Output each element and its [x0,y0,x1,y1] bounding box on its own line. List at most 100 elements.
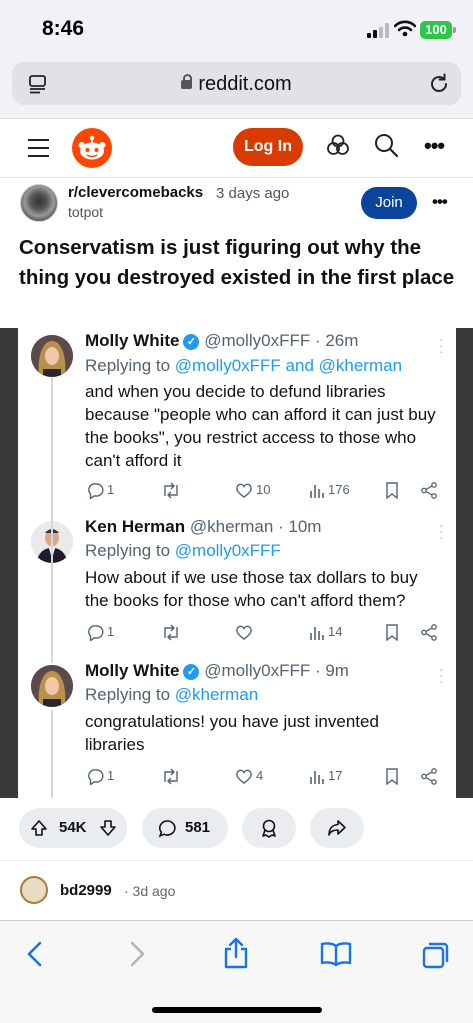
comment-count: 581 [185,819,211,836]
search-icon[interactable] [373,132,399,158]
reply-icon [88,482,105,502]
views-count: 176 [328,482,350,497]
downvote-icon[interactable] [99,819,117,837]
more-icon[interactable]: ••• [424,133,445,159]
tweet-handle: @kherman · 10m [189,517,322,536]
post-more-icon[interactable]: ••• [432,192,448,212]
post-title[interactable]: Conservatism is just figuring out why th… [19,233,459,293]
post-author[interactable]: totpot [68,204,103,220]
retweet-icon [161,482,181,502]
battery-indicator: 100 [420,21,456,39]
address-bar[interactable]: reddit.com [12,62,461,105]
tweet-more-icon: · · · [439,661,444,689]
subreddit-avatar[interactable] [20,184,58,222]
tweet-share-icon [421,624,437,644]
tweet-thread-image: Molly White ✓ @molly0xFFF · 26m · · · Reply… [18,328,456,798]
tweet-handle: @molly0xFFF · 26m [204,331,359,350]
reply-icon [88,624,105,644]
verified-icon: ✓ [183,334,200,350]
explore-icon[interactable] [325,132,351,158]
url-text[interactable]: reddit.com [12,73,461,96]
commenter-avatar[interactable] [20,876,48,904]
browser-toolbar: reddit.com [0,58,473,118]
reply-count: 1 [107,768,115,783]
like-icon [235,482,253,502]
tweet-more-icon: · · · [439,517,444,545]
tabs-icon[interactable] [422,941,450,969]
tweet-share-icon [421,482,437,502]
like-icon [235,624,253,644]
menu-icon[interactable] [28,139,49,163]
forward-icon[interactable] [128,941,146,967]
reply-count: 1 [107,624,115,639]
comment-author[interactable]: bd2999 [60,882,112,899]
share-icon [328,820,346,836]
verified-icon: ✓ [183,664,200,680]
vote-pill: 54K [19,808,127,848]
views-count: 14 [328,624,343,639]
bookmark-icon [385,624,399,644]
reddit-header: Log In ••• [0,119,473,175]
views-icon [309,624,325,644]
lock-icon [181,74,193,89]
home-indicator [152,1007,322,1013]
tweet-author: Molly White ✓ @molly0xFFF · 9m [85,661,349,680]
views-count: 17 [328,768,343,783]
share-button[interactable] [310,808,364,848]
bookmark-icon [385,768,399,788]
tweet-actions: 1 14 [88,622,448,644]
divider [0,860,473,861]
views-icon [309,768,325,788]
bookmarks-icon[interactable] [320,941,352,967]
comment-time: · 3d ago [124,883,176,899]
comments-button[interactable]: 581 [142,808,228,848]
retweet-icon [161,768,181,788]
login-button[interactable]: Log In [233,128,303,166]
comment: bd2999 · 3d ago [0,870,473,920]
back-icon[interactable] [26,941,44,967]
comment-icon [158,820,176,838]
join-button[interactable]: Join [361,187,417,219]
tweet-more-icon: · · · [439,331,444,359]
bookmark-icon [385,482,399,502]
tweet-handle: @molly0xFFF · 9m [204,661,349,680]
divider [0,177,473,178]
tweet-replying: Replying to @kherman [85,685,259,704]
like-count: 10 [256,482,271,497]
tweet-actions: 1 10 176 [88,480,448,502]
tweet-author: Molly White ✓ @molly0xFFF · 26m [85,331,359,350]
thread-line [51,710,53,798]
thread-line [51,378,53,663]
tweet-text: How about if we use those tax dollars to… [85,568,418,610]
like-count: 4 [256,768,264,783]
tweet-text: congratulations! you have just invented … [85,712,379,754]
award-button[interactable] [242,808,296,848]
post-actions: 54K 581 [0,808,473,850]
reddit-logo[interactable] [72,128,112,168]
upvote-icon[interactable] [30,819,48,837]
status-bar: 8:46 100 [0,0,473,58]
award-icon [262,819,276,838]
subreddit-link[interactable]: r/clevercomebacks [68,184,203,201]
views-icon [309,482,325,502]
tweet-author: Ken Herman @kherman · 10m [85,517,322,536]
post-time: 3 days ago [216,185,290,202]
url-label: reddit.com [198,73,292,95]
reply-count: 1 [107,482,115,497]
avatar [31,335,73,377]
retweet-icon [161,624,181,644]
like-icon [235,768,253,788]
share-sheet-icon[interactable] [223,937,249,969]
vote-count: 54K [59,819,87,836]
tweet-text: and when you decide to defund libraries … [85,382,436,470]
reload-icon[interactable] [428,73,450,95]
post-meta: r/clevercomebacks 3 days ago totpot Join… [0,180,473,228]
tweet-replying: Replying to @molly0xFFF and @kherman [85,356,403,375]
tweet-actions: 1 4 17 [88,766,448,788]
cellular-signal-icon [367,22,389,38]
tweet-share-icon [421,768,437,788]
status-time: 8:46 [42,17,85,40]
tweet-replying: Replying to @molly0xFFF [85,541,281,560]
reply-icon [88,768,105,788]
wifi-icon [394,20,416,37]
